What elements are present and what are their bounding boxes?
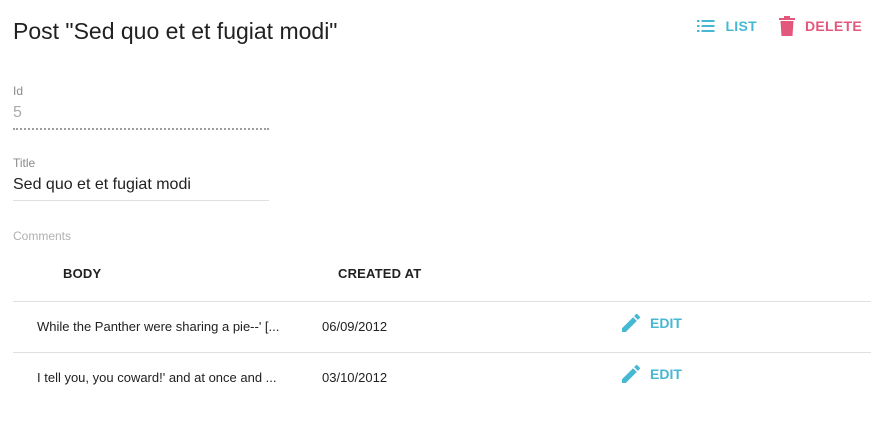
page-title: Post "Sed quo et et fugiat modi" <box>13 18 338 44</box>
edit-button-label: EDIT <box>650 366 682 382</box>
delete-button-label: DELETE <box>804 18 862 34</box>
comment-created-at: 03/10/2012 <box>322 370 388 385</box>
delete-button[interactable]: DELETE <box>778 14 862 38</box>
edit-button-label: EDIT <box>650 315 682 331</box>
edit-button[interactable]: EDIT <box>622 314 682 332</box>
column-header-body[interactable]: BODY <box>63 266 101 281</box>
comments-label: Comments <box>13 229 72 243</box>
trash-icon <box>778 16 795 36</box>
comment-body: I tell you, you coward!' and at once and… <box>37 370 277 385</box>
title-field[interactable]: Title Sed quo et et fugiat modi <box>13 156 269 201</box>
title-input[interactable]: Sed quo et et fugiat modi <box>13 176 269 201</box>
table-row[interactable]: I tell you, you coward!' and at once and… <box>13 353 871 403</box>
comments-table: BODY CREATED AT While the Panther were s… <box>13 252 871 403</box>
pencil-icon <box>622 314 640 332</box>
table-header: BODY CREATED AT <box>13 252 871 302</box>
title-label: Title <box>13 156 36 170</box>
toolbar: LIST DELETE <box>697 14 862 38</box>
table-row[interactable]: While the Panther were sharing a pie--' … <box>13 302 871 353</box>
id-field: Id 5 <box>13 84 269 130</box>
edit-button[interactable]: EDIT <box>622 365 682 383</box>
comment-created-at: 06/09/2012 <box>322 319 388 334</box>
comment-body: While the Panther were sharing a pie--' … <box>37 319 280 334</box>
column-header-created-at[interactable]: CREATED AT <box>338 266 421 281</box>
post-edit-page: Post "Sed quo et et fugiat modi" LIST DE… <box>0 0 886 421</box>
list-icon <box>697 19 715 33</box>
id-label: Id <box>13 84 24 98</box>
list-button-label: LIST <box>725 18 757 34</box>
id-value: 5 <box>13 104 269 130</box>
pencil-icon <box>622 365 640 383</box>
list-button[interactable]: LIST <box>697 16 757 36</box>
